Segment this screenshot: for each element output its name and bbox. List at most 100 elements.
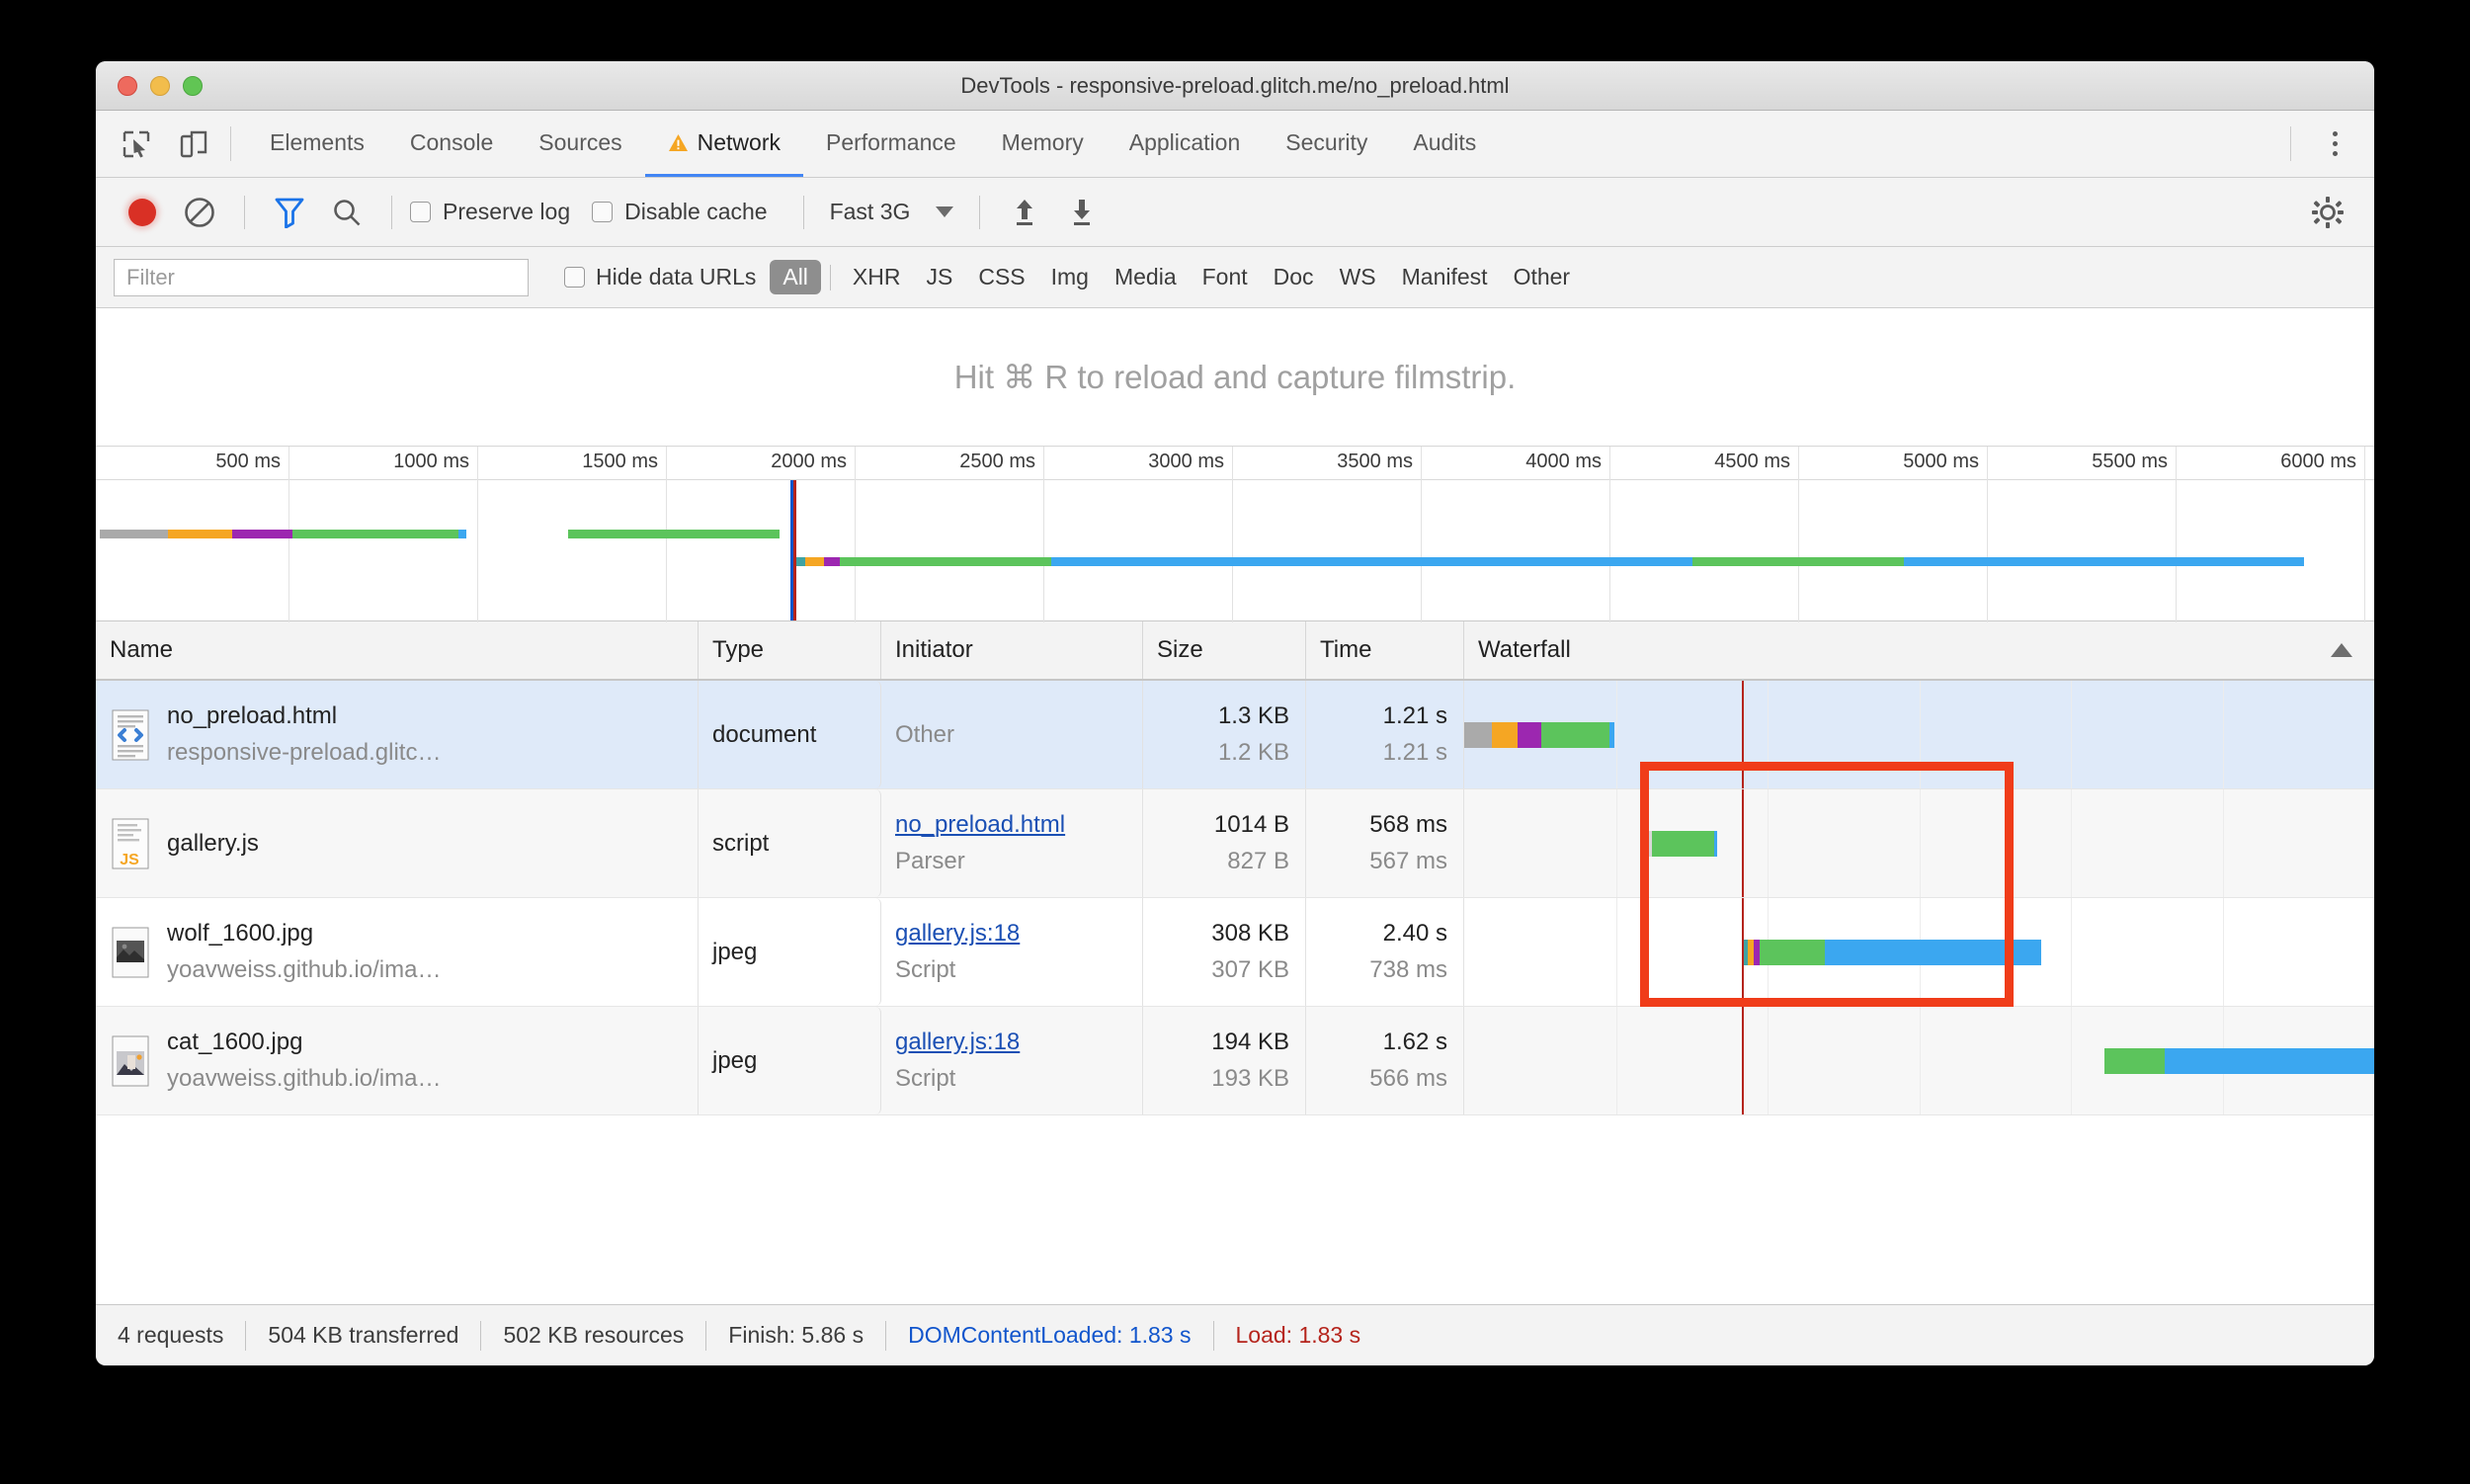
close-button[interactable] xyxy=(118,75,137,96)
tab-application[interactable]: Application xyxy=(1107,111,1264,177)
initiator-text: Other xyxy=(895,720,955,748)
initiator-kind: Script xyxy=(895,1065,956,1092)
cell-initiator: Other xyxy=(881,681,1143,788)
document-icon xyxy=(110,709,151,761)
type-filter-ws[interactable]: WS xyxy=(1327,260,1389,294)
ruler-tick-label: 5500 ms xyxy=(2092,451,2168,472)
image-wolf-icon xyxy=(110,927,151,978)
waterfall-bar[interactable] xyxy=(2103,1047,2374,1074)
tab-label: Performance xyxy=(826,128,956,155)
import-har-button[interactable] xyxy=(998,186,1051,239)
tabstrip-divider xyxy=(230,126,231,161)
type-filter-doc[interactable]: Doc xyxy=(1261,260,1327,294)
type-filter-manifest[interactable]: Manifest xyxy=(1389,260,1501,294)
overview-graph[interactable] xyxy=(96,480,2374,620)
column-header-name[interactable]: Name xyxy=(96,621,699,679)
column-header-waterfall[interactable]: Waterfall xyxy=(1464,621,2374,679)
device-toolbar-icon[interactable] xyxy=(173,124,214,165)
overview-bar-segment xyxy=(805,557,825,566)
waterfall-bar[interactable] xyxy=(1649,830,1718,857)
initiator-link[interactable]: no_preload.html xyxy=(895,811,1065,839)
filter-input[interactable] xyxy=(114,258,529,296)
tab-sources[interactable]: Sources xyxy=(516,111,644,177)
request-name: wolf_1600.jpg xyxy=(167,920,314,947)
waterfall-bar[interactable] xyxy=(1743,939,2042,965)
type-filter-js[interactable]: JS xyxy=(913,260,965,294)
toolbar-divider-2 xyxy=(391,195,392,229)
ruler-tick-label: 2000 ms xyxy=(771,451,847,472)
inspect-tools xyxy=(96,111,214,177)
request-name: cat_1600.jpg xyxy=(167,1029,303,1055)
table-row[interactable]: no_preload.html responsive-preload.glitc…… xyxy=(96,681,2374,789)
cell-size: 194 KB 193 KB xyxy=(1143,1007,1306,1114)
tab-audits[interactable]: Audits xyxy=(1390,111,1499,177)
inspect-element-icon[interactable] xyxy=(116,124,157,165)
time-total: 2.40 s xyxy=(1382,920,1447,947)
time-detail: 567 ms xyxy=(1369,848,1447,874)
name-stack: no_preload.html responsive-preload.glitc… xyxy=(167,702,441,767)
type-filter-xhr[interactable]: XHR xyxy=(840,260,914,294)
tab-security[interactable]: Security xyxy=(1263,111,1390,177)
type-filter-all[interactable]: All xyxy=(770,260,821,294)
table-row[interactable]: JS gallery.js script no_preload.html Parser 1… xyxy=(96,789,2374,898)
export-har-button[interactable] xyxy=(1055,186,1109,239)
cell-initiator: gallery.js:18 Script xyxy=(881,1007,1143,1114)
funnel-icon xyxy=(275,198,304,228)
zoom-button[interactable] xyxy=(183,75,203,96)
ruler-tick-label: 6000 ms xyxy=(2280,451,2356,472)
minimize-button[interactable] xyxy=(150,75,170,96)
table-row[interactable]: wolf_1600.jpg yoavweiss.github.io/ima… jpe… xyxy=(96,898,2374,1007)
request-count: 4 requests xyxy=(118,1322,224,1348)
waterfall-bar[interactable] xyxy=(1464,721,1614,748)
more-options-icon[interactable] xyxy=(2307,111,2362,177)
waterfall-gridline xyxy=(1919,681,1921,788)
size-total: 308 KB xyxy=(1211,920,1289,947)
settings-button[interactable] xyxy=(2301,186,2354,239)
disable-cache-checkbox[interactable]: Disable cache xyxy=(592,199,768,225)
tab-memory[interactable]: Memory xyxy=(979,111,1107,177)
waterfall-segment xyxy=(1759,939,1825,965)
clear-button[interactable] xyxy=(173,186,226,239)
filter-toggle[interactable] xyxy=(263,186,316,239)
cell-type: script xyxy=(699,789,881,897)
ruler-tick-label: 2500 ms xyxy=(959,451,1035,472)
type-filter-other[interactable]: Other xyxy=(1501,260,1584,294)
initiator-link[interactable]: gallery.js:18 xyxy=(895,1029,1020,1056)
overview-bar-segment xyxy=(231,530,292,538)
cell-time: 1.21 s 1.21 s xyxy=(1306,681,1464,788)
tab-console[interactable]: Console xyxy=(387,111,516,177)
record-button[interactable] xyxy=(116,186,169,239)
hide-data-urls-checkbox[interactable]: Hide data URLs xyxy=(564,264,756,290)
type-filter-font[interactable]: Font xyxy=(1190,260,1261,294)
tab-label: Network xyxy=(697,128,781,155)
type-filter-media[interactable]: Media xyxy=(1102,260,1190,294)
column-header-label: Size xyxy=(1157,636,1203,663)
tab-performance[interactable]: Performance xyxy=(803,111,979,177)
column-header-size[interactable]: Size xyxy=(1143,621,1306,679)
cell-type: jpeg xyxy=(699,898,881,1006)
disable-cache-box xyxy=(592,202,614,222)
column-header-initiator[interactable]: Initiator xyxy=(881,621,1143,679)
type-filter-css[interactable]: CSS xyxy=(965,260,1037,294)
column-header-type[interactable]: Type xyxy=(699,621,881,679)
type-filter-img[interactable]: Img xyxy=(1038,260,1102,294)
preserve-log-checkbox[interactable]: Preserve log xyxy=(410,199,570,225)
waterfall-gridline xyxy=(2071,681,2072,788)
initiator-link[interactable]: gallery.js:18 xyxy=(895,920,1020,948)
preserve-log-label: Preserve log xyxy=(443,199,571,224)
column-header-time[interactable]: Time xyxy=(1306,621,1464,679)
size-detail: 827 B xyxy=(1227,848,1289,874)
time-detail: 1.21 s xyxy=(1382,739,1447,766)
tab-elements[interactable]: Elements xyxy=(247,111,387,177)
table-row[interactable]: cat_1600.jpg yoavweiss.github.io/ima… jpeg… xyxy=(96,1007,2374,1115)
tab-label: Console xyxy=(409,128,494,155)
column-header-label: Time xyxy=(1320,636,1372,663)
tab-network[interactable]: Network xyxy=(644,111,803,177)
preserve-log-box xyxy=(410,202,431,222)
waterfall-load-line xyxy=(1741,681,1744,788)
tabstrip-divider-right xyxy=(2290,126,2291,161)
waterfall-load-line xyxy=(1741,789,1744,897)
network-overview: 500 ms 1000 ms 1500 ms 2000 ms 2500 ms 3000 m… xyxy=(96,447,2374,622)
search-button[interactable] xyxy=(320,186,373,239)
throttling-select[interactable]: Fast 3G xyxy=(822,199,962,225)
